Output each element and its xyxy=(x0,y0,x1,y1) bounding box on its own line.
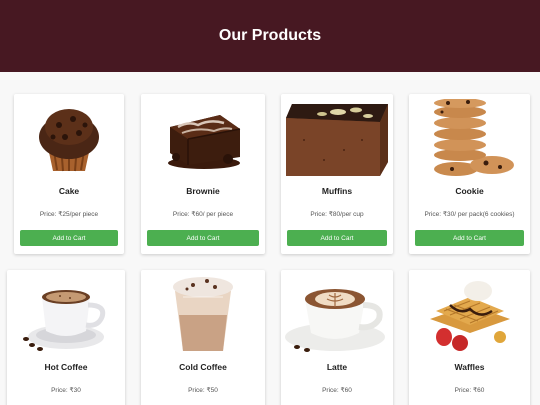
page-header: Our Products xyxy=(0,0,540,72)
page-title: Our Products xyxy=(218,27,322,44)
chocolate-loaf-image xyxy=(281,98,393,178)
muffin-cake-image xyxy=(14,96,124,176)
waffles-image xyxy=(409,274,530,354)
product-price: Price: ₹60/ per piece xyxy=(172,211,234,218)
product-card-brownie: Brownie Price: ₹60/ per piece Add to Car… xyxy=(141,94,265,254)
add-to-cart-button[interactable]: Add to Cart xyxy=(147,230,259,246)
add-to-cart-button[interactable]: Add to Cart xyxy=(415,230,524,246)
hot-coffee-cup-image xyxy=(7,274,125,354)
product-price: Price: ₹25/per piece xyxy=(39,211,99,218)
product-name: Cold Coffee xyxy=(179,362,227,372)
product-name: Waffles xyxy=(454,362,485,372)
product-price: Price: ₹50 xyxy=(188,387,218,394)
product-name: Muffins xyxy=(321,186,353,196)
product-name: Latte xyxy=(326,362,348,372)
product-card-cake: Cake Price: ₹25/per piece Add to Cart xyxy=(14,94,124,254)
latte-art-cup-image xyxy=(281,274,393,354)
product-price: Price: ₹30 xyxy=(51,387,81,394)
brownie-image xyxy=(141,96,265,176)
product-price: Price: ₹80/per cup xyxy=(310,211,364,218)
add-to-cart-button[interactable]: Add to Cart xyxy=(20,230,118,246)
product-card-hot-coffee: Hot Coffee Price: ₹30 xyxy=(7,270,125,405)
cold-coffee-cup-image xyxy=(141,274,265,354)
product-price: Price: ₹30/ per pack(6 cookies) xyxy=(424,211,515,218)
product-card-muffins: Muffins Price: ₹80/per cup Add to Cart xyxy=(281,94,393,254)
product-name: Hot Coffee xyxy=(44,362,88,372)
product-price: Price: ₹60 xyxy=(454,387,485,394)
product-name: Cake xyxy=(58,186,80,196)
product-name: Cookie xyxy=(455,186,484,196)
add-to-cart-button[interactable]: Add to Cart xyxy=(287,230,387,246)
product-price: Price: ₹60 xyxy=(322,387,352,394)
product-card-cookie: Cookie Price: ₹30/ per pack(6 cookies) A… xyxy=(409,94,530,254)
product-card-cold-coffee: Cold Coffee Price: ₹50 xyxy=(141,270,265,405)
product-name: Brownie xyxy=(186,186,220,196)
product-card-latte: Latte Price: ₹60 xyxy=(281,270,393,405)
product-card-waffles: Waffles Price: ₹60 xyxy=(409,270,530,405)
cookie-stack-image xyxy=(409,98,530,178)
